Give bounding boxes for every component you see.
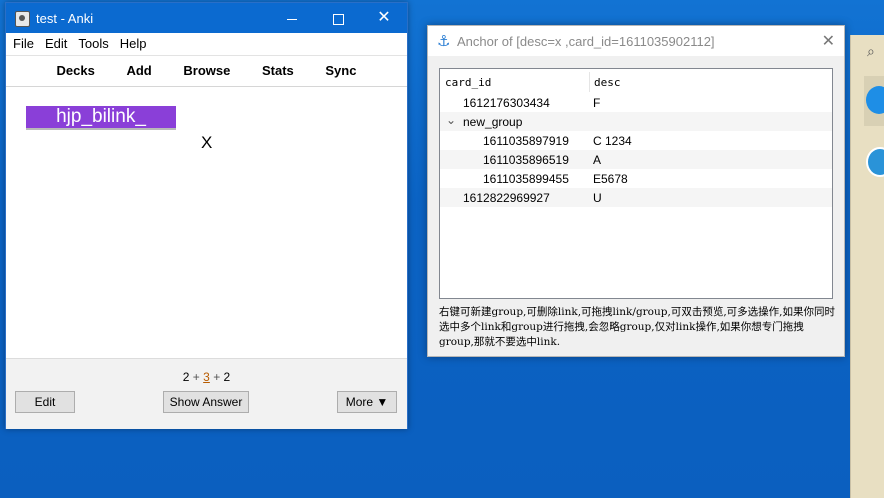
edit-button[interactable]: Edit: [15, 391, 75, 413]
app-logo-icon: [866, 86, 884, 114]
close-button[interactable]: ✕: [361, 3, 407, 33]
count-learn: 3: [203, 370, 210, 384]
row-card-id: 1611035897919: [483, 134, 569, 148]
app-tile-icon[interactable]: [864, 76, 884, 126]
window-title: test - Anki: [36, 11, 94, 26]
menubar: File Edit Tools Help: [6, 33, 407, 56]
row-card-id: 1611035899455: [483, 172, 569, 186]
usage-hint: 右键可新建group,可删除link,可拖拽link/group,可双击预览,可…: [439, 306, 835, 348]
anchor-icon: ⚓: [437, 33, 451, 50]
count-separator: +: [192, 370, 200, 384]
bilink-tag[interactable]: hjp_bilink_: [26, 106, 176, 130]
maximize-icon: [332, 13, 344, 25]
tree-row[interactable]: 1612822969927 U: [440, 188, 832, 207]
menu-file[interactable]: File: [6, 33, 34, 55]
tree-row[interactable]: 1611035899455 E5678: [440, 169, 832, 188]
count-new: 2: [182, 370, 190, 384]
search-icon[interactable]: ⌕: [867, 43, 875, 60]
minimize-button[interactable]: [269, 3, 315, 33]
link-tree[interactable]: card_id desc 1612176303434 F ⌄ new_group…: [439, 68, 833, 299]
tag-underline: [26, 128, 176, 130]
toolbar-sync[interactable]: Sync: [325, 56, 356, 86]
anki-app-icon: [15, 11, 30, 27]
toolbar-add[interactable]: Add: [126, 56, 151, 86]
card-view: hjp_bilink_ X: [6, 87, 407, 358]
anki-titlebar[interactable]: test - Anki ✕: [6, 3, 407, 33]
count-separator: +: [213, 370, 221, 384]
toolbar-browse[interactable]: Browse: [183, 56, 230, 86]
toolbar-stats[interactable]: Stats: [262, 56, 294, 86]
main-toolbar: Decks Add Browse Stats Sync: [6, 56, 407, 87]
app-logo-icon: [866, 147, 884, 177]
maximize-button[interactable]: [315, 3, 361, 33]
tree-header: card_id desc: [440, 69, 832, 93]
row-desc: E5678: [593, 172, 628, 186]
anchor-titlebar[interactable]: ⚓ Anchor of [desc=x ,card_id=16110359021…: [428, 26, 844, 56]
anchor-close-button[interactable]: ✕: [822, 31, 835, 51]
anki-window: test - Anki ✕ File Edit Tools Help Decks Ad…: [5, 2, 408, 429]
more-button[interactable]: More ▼: [337, 391, 397, 413]
tree-row[interactable]: 1611035897919 C 1234: [440, 131, 832, 150]
column-card-id[interactable]: card_id: [445, 76, 491, 89]
anchor-window: ⚓ Anchor of [desc=x ,card_id=16110359021…: [427, 25, 845, 357]
menu-tools[interactable]: Tools: [67, 33, 108, 55]
menu-help[interactable]: Help: [109, 33, 147, 55]
count-review: 2: [223, 370, 231, 384]
due-counts: 2 + 3 + 2: [6, 370, 407, 384]
anchor-window-title: Anchor of [desc=x ,card_id=1611035902112…: [457, 34, 715, 49]
row-desc: A: [593, 153, 602, 167]
bilink-tag-label: hjp_bilink_: [56, 106, 146, 127]
row-desc: C 1234: [593, 134, 632, 148]
menu-edit[interactable]: Edit: [34, 33, 67, 55]
row-card-id: 1612822969927: [463, 191, 550, 205]
row-card-id: 1612176303434: [463, 96, 550, 110]
tree-row[interactable]: 1612176303434 F: [440, 93, 832, 112]
show-answer-button[interactable]: Show Answer: [163, 391, 249, 413]
row-desc: U: [593, 191, 602, 205]
row-desc: F: [593, 96, 601, 110]
column-desc[interactable]: desc: [594, 76, 621, 89]
review-bottom-bar: 2 + 3 + 2 Edit Show Answer More ▼: [6, 358, 407, 429]
app-tile-icon[interactable]: [864, 143, 884, 183]
background-window-edge: ⌕: [850, 35, 884, 498]
column-divider: [589, 72, 590, 92]
card-question-text: X: [201, 133, 213, 152]
chevron-down-icon[interactable]: ⌄: [446, 113, 456, 127]
tree-group-row[interactable]: ⌄ new_group: [440, 112, 832, 131]
tree-row[interactable]: 1611035896519 A: [440, 150, 832, 169]
group-name: new_group: [463, 115, 523, 129]
row-card-id: 1611035896519: [483, 153, 569, 167]
toolbar-decks[interactable]: Decks: [57, 56, 95, 86]
minimize-icon: [287, 18, 297, 20]
close-icon: ✕: [377, 9, 391, 26]
